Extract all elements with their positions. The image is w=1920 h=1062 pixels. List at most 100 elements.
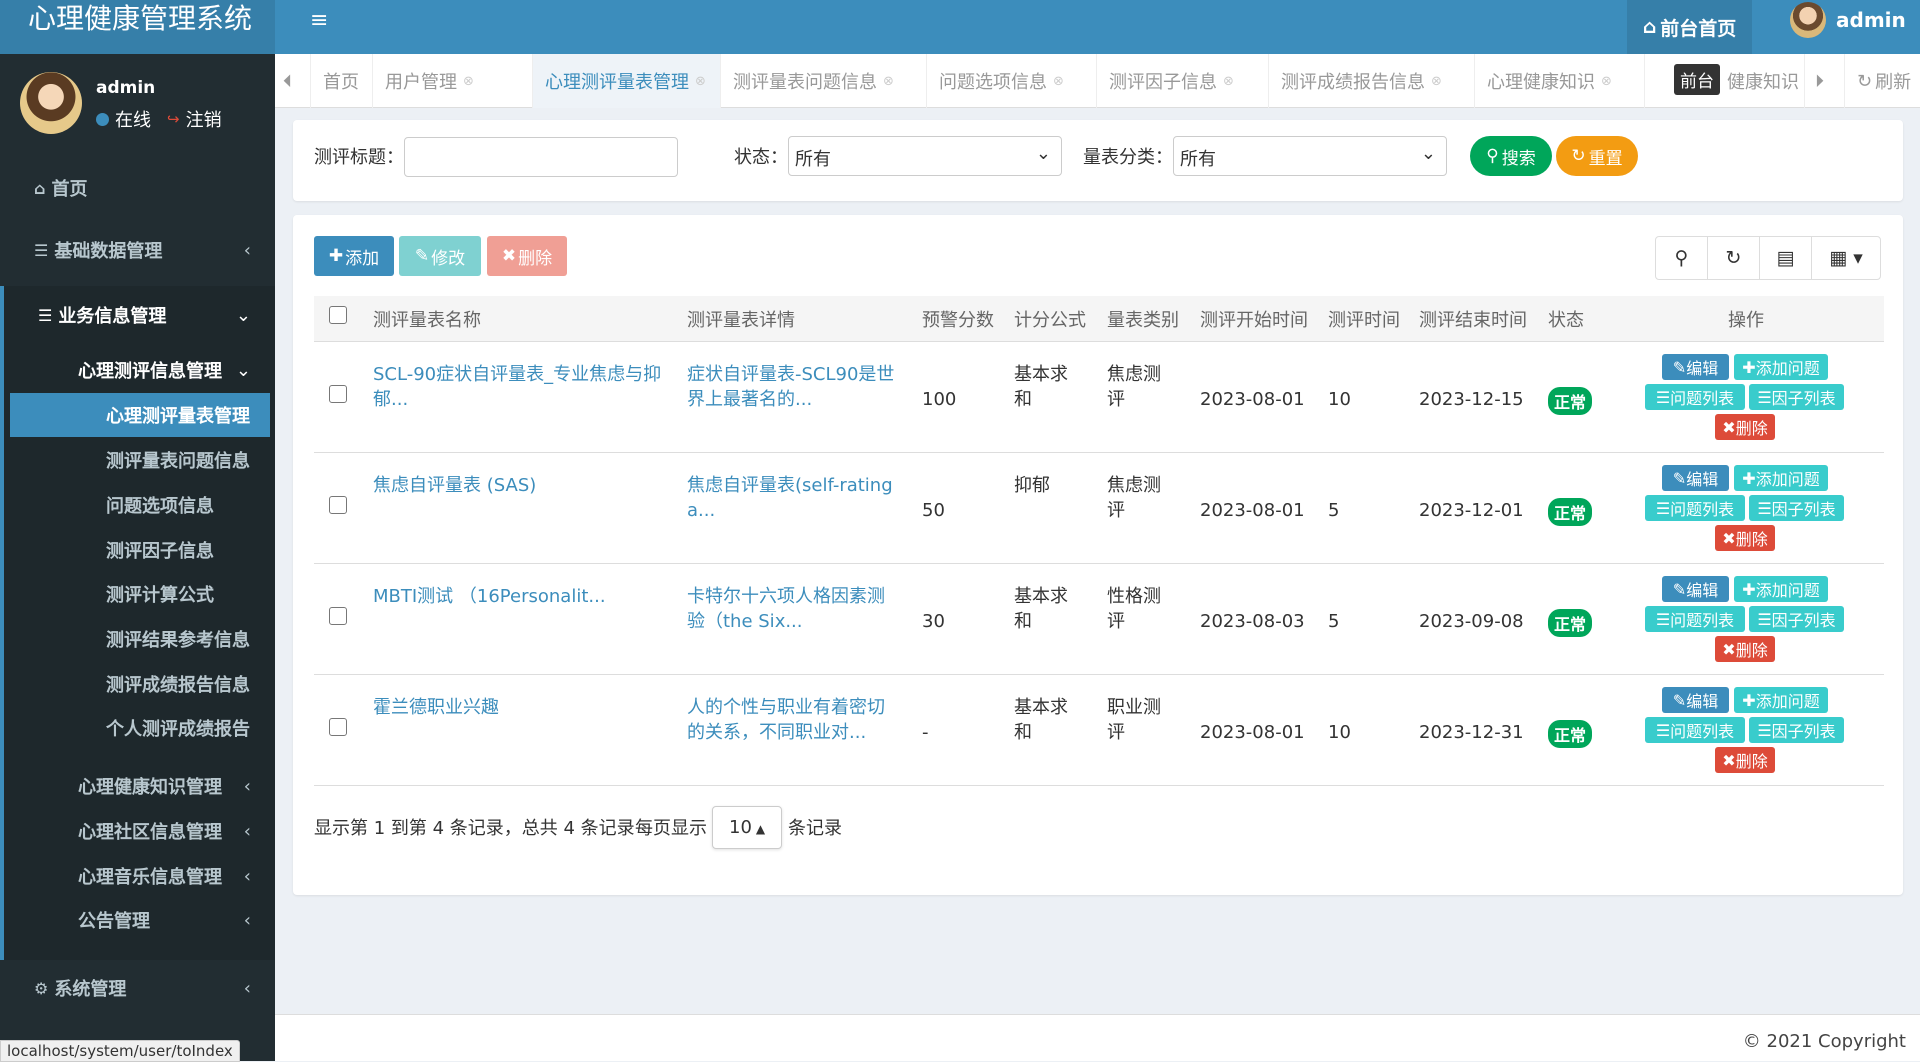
sidebar-sub-formula[interactable]: 测评计算公式: [0, 580, 275, 608]
factor-list-button[interactable]: ☰ 因子列表: [1749, 717, 1844, 743]
tab-factors[interactable]: 测评因子信息 ⊗: [1097, 54, 1269, 108]
delete-row-button[interactable]: ✖ 删除: [1715, 747, 1775, 773]
edit-row-button[interactable]: ✎ 编辑: [1662, 354, 1729, 380]
sidebar-item-music[interactable]: 心理音乐信息管理 ‹: [0, 862, 275, 890]
scale-detail-link[interactable]: 人的个性与职业有着密切 的关系，不同职业对...: [687, 695, 902, 745]
tab-questions[interactable]: 测评量表问题信息 ⊗: [721, 54, 927, 108]
tab-scale[interactable]: 心理测评量表管理 ⊗: [533, 54, 721, 108]
row-checkbox[interactable]: [329, 385, 347, 403]
tab-users[interactable]: 用户管理 ⊗: [373, 54, 533, 108]
columns-button[interactable]: ▦ ▾: [1811, 236, 1881, 280]
add-question-button[interactable]: ✚ 添加问题: [1734, 354, 1828, 380]
sidebar-item-assessment[interactable]: 心理测评信息管理 ⌄: [0, 352, 275, 388]
edit-row-button[interactable]: ✎ 编辑: [1662, 465, 1729, 491]
table-search-button[interactable]: ⚲: [1655, 236, 1708, 280]
tab-options[interactable]: 问题选项信息 ⊗: [927, 54, 1097, 108]
scale-detail-link[interactable]: 症状自评量表-SCL90是世 界上最著名的...: [687, 362, 902, 412]
close-icon[interactable]: ⊗: [695, 74, 706, 89]
table-refresh-button[interactable]: ↻: [1707, 236, 1760, 280]
search-button[interactable]: ⚲ 搜索: [1470, 136, 1552, 176]
add-question-button[interactable]: ✚ 添加问题: [1734, 576, 1828, 602]
table-toggle-button[interactable]: ▤: [1759, 236, 1812, 280]
close-icon: ✖: [1722, 750, 1736, 770]
add-question-button[interactable]: ✚ 添加问题: [1734, 687, 1828, 713]
delete-button[interactable]: ✖ 删除: [487, 236, 567, 276]
row-checkbox[interactable]: [329, 496, 347, 514]
sidebar-sub-options[interactable]: 问题选项信息: [0, 491, 275, 519]
tabs-scroll-right[interactable]: ⏵: [1805, 54, 1845, 108]
end-date: 2023-09-08: [1419, 611, 1524, 632]
tabs-scroll-left[interactable]: ⏴: [275, 54, 311, 108]
sidebar-item-community[interactable]: 心理社区信息管理 ‹: [0, 817, 275, 845]
tab-knowledge-2[interactable]: 健康知识: [1715, 54, 1805, 108]
factor-list-button[interactable]: ☰ 因子列表: [1749, 495, 1844, 521]
title-input[interactable]: [404, 137, 678, 177]
row-checkbox[interactable]: [329, 607, 347, 625]
refresh-button[interactable]: ↻ 刷新: [1845, 54, 1920, 108]
avatar: [1790, 2, 1826, 38]
sidebar-item-business[interactable]: ☰ 业务信息管理 ⌄: [0, 298, 275, 332]
sidebar-item-home[interactable]: ⌂ 首页: [0, 172, 275, 204]
close-icon[interactable]: ⊗: [1601, 74, 1612, 89]
tab-report[interactable]: 测评成绩报告信息 ⊗: [1269, 54, 1475, 108]
scale-name-link[interactable]: MBTI测试 （16Personalit...: [373, 584, 673, 609]
logout-link[interactable]: 注销: [186, 106, 222, 132]
factor-list-button[interactable]: ☰ 因子列表: [1749, 606, 1844, 632]
sidebar-sub-personal[interactable]: 个人测评成绩报告: [0, 714, 275, 742]
col-name[interactable]: 测评量表名称: [373, 306, 481, 332]
question-list-button[interactable]: ☰ 问题列表: [1645, 495, 1745, 521]
sidebar-sub-questions[interactable]: 测评量表问题信息: [0, 446, 275, 474]
delete-row-button[interactable]: ✖ 删除: [1715, 636, 1775, 662]
category-select[interactable]: 所有 ⌄: [1173, 136, 1447, 176]
add-button[interactable]: ✚ 添加: [314, 236, 394, 276]
logout-icon[interactable]: ↪: [167, 110, 180, 128]
reset-button[interactable]: ↻ 重置: [1556, 136, 1638, 176]
question-list-button[interactable]: ☰ 问题列表: [1645, 384, 1745, 410]
col-score[interactable]: 预警分数: [922, 306, 994, 332]
front-page-link[interactable]: ⌂ 前台首页: [1627, 0, 1752, 54]
close-icon[interactable]: ⊗: [1431, 74, 1442, 89]
edit-button[interactable]: ✎ 修改: [399, 236, 481, 276]
col-time[interactable]: 测评时间: [1328, 306, 1400, 332]
per-page-select[interactable]: 10 ▲: [712, 806, 782, 849]
delete-row-button[interactable]: ✖ 删除: [1715, 414, 1775, 440]
close-icon[interactable]: ⊗: [883, 74, 894, 89]
sidebar-item-system[interactable]: ⚙ 系统管理 ‹: [0, 974, 275, 1002]
tab-home[interactable]: 首页: [311, 54, 373, 108]
menu-toggle-icon[interactable]: ≡: [310, 8, 328, 33]
edit-row-button[interactable]: ✎ 编辑: [1662, 576, 1729, 602]
row-checkbox[interactable]: [329, 718, 347, 736]
sidebar-sub-scale[interactable]: 心理测评量表管理: [10, 393, 270, 437]
sidebar-sub-reference[interactable]: 测评结果参考信息: [0, 625, 275, 653]
col-detail[interactable]: 测评量表详情: [687, 306, 795, 332]
sidebar-sub-report[interactable]: 测评成绩报告信息: [0, 670, 275, 698]
close-icon[interactable]: ⊗: [1053, 74, 1064, 89]
scale-detail-link[interactable]: 焦虑自评量表(self-rating a...: [687, 473, 902, 523]
question-list-button[interactable]: ☰ 问题列表: [1645, 717, 1745, 743]
scale-detail-link[interactable]: 卡特尔十六项人格因素测 验（the Six...: [687, 584, 902, 634]
add-question-button[interactable]: ✚ 添加问题: [1734, 465, 1828, 491]
col-end[interactable]: 测评结束时间: [1419, 306, 1527, 332]
factor-list-button[interactable]: ☰ 因子列表: [1749, 384, 1844, 410]
col-category[interactable]: 量表类别: [1107, 306, 1179, 332]
col-status[interactable]: 状态: [1548, 306, 1584, 332]
select-all-checkbox[interactable]: [329, 306, 347, 324]
tab-knowledge[interactable]: 心理健康知识 ⊗: [1475, 54, 1645, 108]
sidebar-item-knowledge[interactable]: 心理健康知识管理 ‹: [0, 772, 275, 800]
sidebar-sub-factors[interactable]: 测评因子信息: [0, 536, 275, 564]
question-list-button[interactable]: ☰ 问题列表: [1645, 606, 1745, 632]
col-formula[interactable]: 计分公式: [1014, 306, 1086, 332]
close-icon[interactable]: ⊗: [463, 74, 474, 89]
scale-name-link[interactable]: 霍兰德职业兴趣: [373, 695, 673, 720]
status-select[interactable]: 所有 ⌄: [788, 136, 1062, 176]
edit-row-button[interactable]: ✎ 编辑: [1662, 687, 1729, 713]
sidebar-item-basic[interactable]: ☰ 基础数据管理 ‹: [0, 234, 275, 266]
user-menu[interactable]: admin: [1790, 0, 1906, 40]
delete-row-button[interactable]: ✖ 删除: [1715, 525, 1775, 551]
scale-name-link[interactable]: 焦虑自评量表 (SAS): [373, 473, 673, 498]
close-icon[interactable]: ⊗: [1223, 74, 1234, 89]
col-start[interactable]: 测评开始时间: [1200, 306, 1308, 332]
sidebar-item-notice[interactable]: 公告管理 ‹: [0, 906, 275, 934]
app-logo[interactable]: 心理健康管理系统: [0, 0, 275, 54]
scale-name-link[interactable]: SCL-90症状自评量表_专业焦虑与抑 郁...: [373, 362, 673, 412]
